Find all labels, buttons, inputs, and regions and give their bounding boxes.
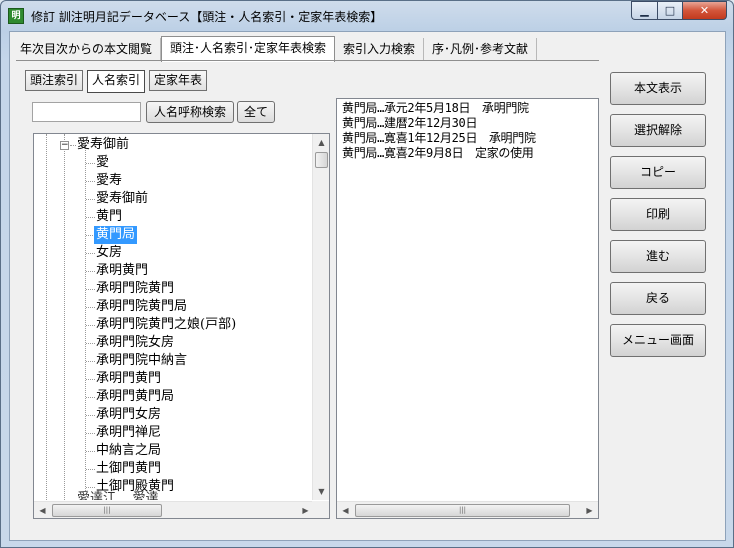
tree-node[interactable]: 中納言之局 [96,442,161,460]
tree-guide-h [86,217,95,218]
tree-node[interactable]: 承明門院中納言 [96,352,187,370]
tree-guide-h [86,253,95,254]
subtab-teika-chronology[interactable]: 定家年表 [149,70,208,91]
maximize-icon: □ [664,4,676,17]
name-search-input[interactable] [32,102,141,122]
tab-index-input-search[interactable]: 索引入力検索 [335,38,425,60]
show-all-button[interactable]: 全て [237,101,275,123]
tree-guide-h [86,271,95,272]
tree-vertical-scrollbar[interactable]: ▲ ▼ [312,134,329,500]
tree-guide-h [86,433,95,434]
tree-guide-h [86,469,95,470]
tree-guide-h [86,343,95,344]
result-line[interactable]: 黄門局…寛喜2年9月8日 定家の使用 [342,146,534,161]
minimize-icon: ▁ [640,4,649,17]
tree-guide-h [86,379,95,380]
tree-guide-root-h [70,145,76,146]
tree-node[interactable]: 土御門黄門 [96,460,161,478]
tree-guide-h [86,163,95,164]
tree-vscroll-thumb[interactable] [315,152,328,168]
maximize-button[interactable]: □ [657,1,682,20]
window-title: 修訂 訓注明月記データベース【頭注・人名索引・定家年表検索】 [31,10,383,24]
close-icon: ✕ [699,4,710,17]
tree-next-root-partial[interactable]: 愛達江... 愛達 [77,490,159,500]
tree-node[interactable]: 承明門院女房 [96,334,174,352]
app-window: 明 修訂 訓注明月記データベース【頭注・人名索引・定家年表検索】 ▁ □ ✕ 年… [0,0,734,548]
tree-node[interactable]: 承明門女房 [96,406,161,424]
sub-tab-strip: 頭注索引 人名索引 定家年表 [25,70,208,93]
show-text-button[interactable]: 本文表示 [610,72,706,105]
result-line[interactable]: 黄門局…建暦2年12月30日 [342,116,477,131]
forward-button[interactable]: 進む [610,240,706,273]
tree-node[interactable]: 黄門 [96,208,122,226]
tree-horizontal-scrollbar[interactable]: ◀ ||| ▶ [34,501,314,518]
close-button[interactable]: ✕ [682,1,727,20]
scrollbar-corner [312,501,329,518]
tree-guide-outer [64,134,65,500]
tree-node[interactable]: 承明門禅尼 [96,424,161,442]
subtab-name-index[interactable]: 人名索引 [87,70,146,93]
tab-yearly-toc[interactable]: 年次目次からの本文閲覧 [12,38,162,60]
client-area: 年次目次からの本文閲覧 頭注･人名索引･定家年表検索 索引入力検索 序･凡例･参… [9,31,726,541]
tree-node[interactable]: 女房 [96,244,122,262]
name-tree-view[interactable]: − 愛寿御前 愛愛寿 愛寿御前 黄門 黄門局 女房 承明黄門 承明門院黄門 承明門院黄門局 承明… [33,133,330,519]
tree-hscroll-thumb[interactable]: ||| [52,504,162,517]
tree-guide-h [86,415,95,416]
scroll-left-icon[interactable]: ◀ [34,502,51,518]
tree-guide-h [86,451,95,452]
tree-root-node[interactable]: 愛寿御前 [77,136,129,154]
tree-node[interactable]: 承明門黄門局 [96,388,174,406]
minimize-button[interactable]: ▁ [631,1,657,20]
title-bar[interactable]: 明 修訂 訓注明月記データベース【頭注・人名索引・定家年表検索】 ▁ □ ✕ [1,1,733,31]
results-horizontal-scrollbar[interactable]: ◀ ||| ▶ [337,501,598,518]
name-search-button[interactable]: 人名呼称検索 [146,101,234,123]
tab-preface-references[interactable]: 序･凡例･参考文献 [424,38,538,60]
scroll-up-icon[interactable]: ▲ [313,134,329,151]
tree-content: − 愛寿御前 愛愛寿 愛寿御前 黄門 黄門局 女房 承明黄門 承明門院黄門 承明門院黄門局 承明… [34,134,314,500]
tree-node[interactable]: 愛寿御前 [96,190,148,208]
tree-guide-h [86,361,95,362]
tree-guide-h [86,289,95,290]
tree-guide-h [86,397,95,398]
tree-guide-h [86,487,95,488]
tree-node[interactable]: 愛寿 [96,172,122,190]
app-icon: 明 [8,8,24,24]
clear-selection-button[interactable]: 選択解除 [610,114,706,147]
collapse-expander-icon[interactable]: − [60,141,69,150]
window-controls: ▁ □ ✕ [631,1,727,21]
tree-node[interactable]: 承明門院黄門之娘(戸部) [96,316,236,334]
tree-node[interactable]: 承明門院黄門局 [96,298,187,316]
tree-node[interactable]: 承明門院黄門 [96,280,174,298]
scroll-down-icon[interactable]: ▼ [313,483,329,500]
print-button[interactable]: 印刷 [610,198,706,231]
tree-guide-root [46,134,47,500]
tree-guide-h [86,325,95,326]
tab-headnote-name-index[interactable]: 頭注･人名索引･定家年表検索 [161,36,336,62]
copy-button[interactable]: コピー [610,156,706,189]
tree-guide-h [86,181,95,182]
result-line[interactable]: 黄門局…寛喜1年12月25日 承明門院 [342,131,536,146]
subtab-headnote-index[interactable]: 頭注索引 [25,70,84,91]
result-line[interactable]: 黄門局…承元2年5月18日 承明門院 [342,101,529,116]
menu-screen-button[interactable]: メニュー画面 [610,324,706,357]
results-scroll-right-icon[interactable]: ▶ [581,502,598,518]
tree-node[interactable]: 愛 [96,154,109,172]
results-list[interactable]: 黄門局…承元2年5月18日 承明門院 黄門局…建暦2年12月30日 黄門局…寛喜1年… [336,98,599,519]
results-hscroll-thumb[interactable]: ||| [355,504,570,517]
tree-node[interactable]: 承明門黄門 [96,370,161,388]
tree-guide-h [86,199,95,200]
tree-node[interactable]: 承明黄門 [96,262,148,280]
tree-guide-h [86,307,95,308]
back-button[interactable]: 戻る [610,282,706,315]
main-tab-strip: 年次目次からの本文閲覧 頭注･人名索引･定家年表検索 索引入力検索 序･凡例･参… [12,36,538,62]
tree-node[interactable]: 黄門局 [94,226,138,244]
results-scroll-left-icon[interactable]: ◀ [337,502,354,518]
